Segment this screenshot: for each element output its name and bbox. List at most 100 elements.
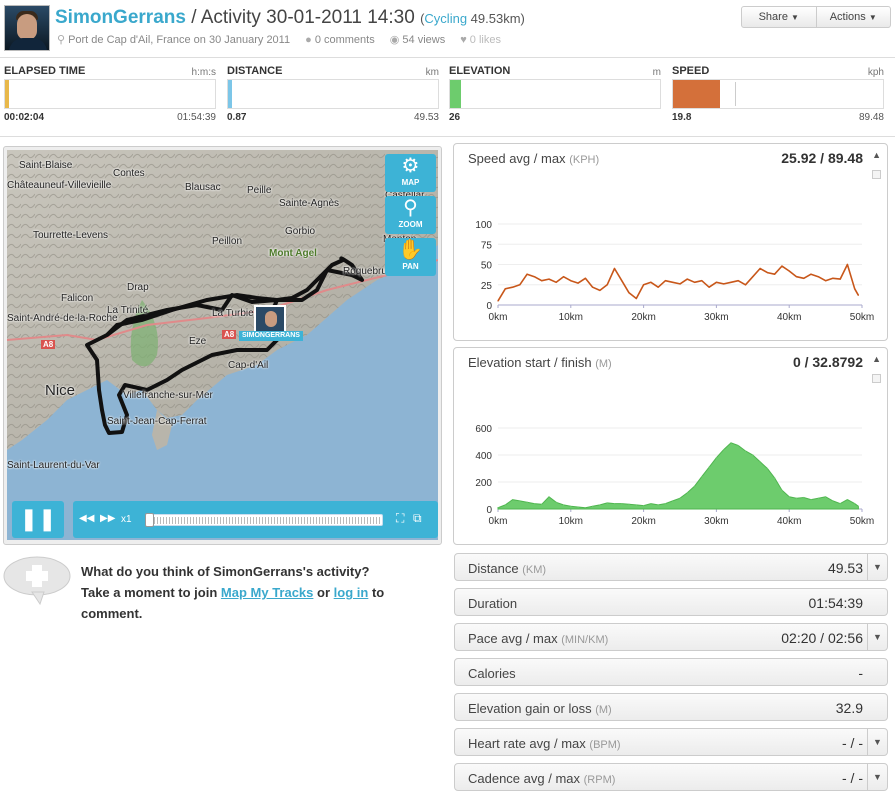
metric-label: DISTANCE (227, 65, 283, 77)
metric-current-value: 00:02:04 (4, 112, 45, 123)
map-place-label: Contes (113, 168, 145, 179)
expand-chart-icon[interactable] (872, 374, 881, 383)
collapse-arrow-icon[interactable]: ▲ (872, 150, 881, 160)
fullscreen-icon[interactable]: ⛶ (396, 511, 404, 526)
data-point (526, 273, 528, 275)
data-point (795, 276, 798, 278)
pan-button[interactable]: ✋ PAN (385, 238, 436, 276)
data-point (788, 270, 790, 272)
popout-icon[interactable]: ⧉ (413, 511, 422, 526)
map-place-label: Peille (247, 185, 272, 196)
y-tick-label: 50 (481, 261, 493, 272)
data-point (657, 504, 659, 506)
data-point (723, 283, 725, 285)
data-point (650, 281, 652, 283)
data-point (832, 277, 834, 279)
zoom-button[interactable]: ⚲ ZOOM (385, 196, 436, 234)
pause-button[interactable]: ❚❚ (12, 501, 64, 538)
user-name-link[interactable]: SimonGerrans (55, 7, 186, 28)
map-place-label: Villefranche-sur-Mer (123, 390, 213, 401)
heart-icon[interactable]: ♥ (460, 34, 467, 46)
map-place-label: Tourrette-Levens (33, 230, 109, 241)
stat-row-pace-avg-max[interactable]: Pace avg / max (MIN/KM) 02:20 / 02:56 ▼ (454, 623, 888, 651)
step-back-icon[interactable]: ◀◀ (79, 513, 94, 524)
activity-meta: ⚲ Port de Cap d'Ail, France on 30 January… (57, 33, 513, 46)
stat-label: Pace avg / max (MIN/KM) (468, 631, 609, 646)
user-avatar[interactable] (4, 5, 50, 51)
y-tick-label: 100 (475, 220, 492, 231)
data-point (621, 503, 623, 505)
metric-progress-bar (4, 79, 216, 109)
elevation-chart[interactable]: 0 200 400 600 0km 10km 20km 30km 40km 50km (454, 348, 889, 546)
data-point (781, 489, 783, 491)
metric-elapsed-time: ELAPSED TIME h:m:s 00:02:04 01:54:39 (4, 65, 220, 125)
metric-label: ELEVATION (449, 65, 511, 77)
expand-arrow-icon[interactable]: ▼ (867, 624, 887, 650)
speed-chart[interactable]: 0 25 50 75 100 0km 10km 20km 30km 40km 50km (454, 144, 889, 342)
data-point (519, 284, 521, 286)
expand-arrow-icon[interactable]: ▼ (867, 764, 887, 790)
y-tick-label: 200 (475, 478, 492, 489)
sport-link[interactable]: Cycling (424, 11, 467, 26)
metric-total-value: 89.48 (858, 112, 884, 123)
map-type-button[interactable]: ⚙ MAP (385, 154, 436, 192)
stat-row-heart-rate-avg-max[interactable]: Heart rate avg / max (BPM) - / - ▼ (454, 728, 888, 756)
map-place-label: Cap-d'Ail (228, 360, 269, 371)
comment-bubble (2, 556, 72, 606)
join-link[interactable]: Map My Tracks (221, 585, 314, 600)
metric-speed: SPEED kph 19.8 89.48 (672, 65, 888, 125)
data-point (817, 276, 819, 278)
data-point (803, 277, 805, 279)
expand-arrow-icon[interactable]: ▼ (867, 729, 887, 755)
data-point (584, 507, 586, 509)
activity-title: / Activity 30-01-2011 14:30 (191, 7, 415, 28)
map-canvas[interactable] (7, 150, 438, 540)
metric-unit: kph (867, 67, 884, 78)
expand-chart-icon[interactable] (872, 170, 881, 179)
data-point (701, 476, 703, 478)
data-point (759, 461, 761, 463)
data-point (774, 477, 776, 479)
actions-button[interactable]: Actions ▼ (815, 7, 891, 27)
collapse-arrow-icon[interactable]: ▲ (872, 354, 881, 364)
map-place-label: Gorbio (285, 226, 316, 237)
map-place-label: Sainte-Agnès (279, 198, 340, 209)
login-link[interactable]: log in (334, 585, 369, 600)
stat-row-cadence-avg-max[interactable]: Cadence avg / max (RPM) - / - ▼ (454, 763, 888, 791)
gear-icon: ⚙ (401, 155, 420, 177)
data-point (774, 273, 776, 275)
x-tick-label: 40km (777, 516, 801, 527)
data-point (570, 280, 572, 282)
stat-value: 49.53 (827, 560, 863, 576)
x-tick-label: 30km (704, 516, 728, 527)
prompt-text: Take a moment to join (81, 585, 218, 600)
expand-arrow-icon[interactable]: ▼ (867, 554, 887, 580)
data-point (635, 504, 637, 506)
x-tick-label: 50km (850, 516, 874, 527)
stat-row-distance[interactable]: Distance (KM) 49.53 ▼ (454, 553, 888, 581)
data-point (672, 500, 674, 502)
data-point (577, 282, 579, 284)
data-point (562, 504, 565, 506)
data-point (577, 506, 579, 508)
data-point (497, 507, 499, 509)
metric-unit: m (652, 67, 661, 78)
speed-multiplier[interactable]: x1 (121, 514, 132, 525)
share-button[interactable]: Share ▼ (742, 7, 816, 27)
comments-count[interactable]: 0 comments (315, 34, 375, 46)
x-tick-label: 10km (559, 312, 583, 323)
route-map[interactable]: Saint-Blaise Contes Châteauneuf-Villevieil… (7, 150, 438, 540)
playback-slider[interactable] (145, 513, 383, 527)
data-point (752, 454, 754, 456)
data-point (657, 286, 659, 288)
step-forward-icon[interactable]: ▶▶ (100, 513, 115, 524)
metric-progress-bar (672, 79, 884, 109)
data-point (679, 283, 681, 285)
data-point (730, 442, 732, 444)
x-tick-label: 20km (631, 312, 655, 323)
y-tick-label: 0 (486, 301, 492, 312)
add-comment-icon (3, 556, 71, 606)
stat-label: Cadence avg / max (RPM) (468, 771, 616, 786)
slider-handle[interactable] (145, 513, 154, 527)
metric-progress-fill (5, 80, 9, 108)
